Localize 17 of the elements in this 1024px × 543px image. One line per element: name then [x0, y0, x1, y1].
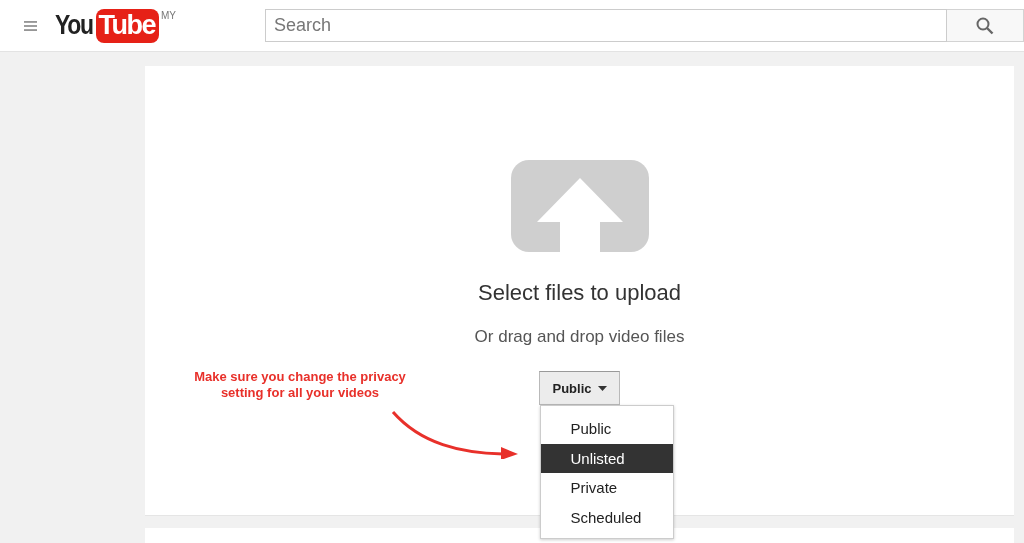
region-label: MY	[161, 9, 176, 21]
search-button[interactable]	[947, 9, 1024, 42]
search-icon	[976, 16, 994, 35]
menu-icon[interactable]	[24, 19, 37, 32]
upload-title: Select files to upload	[478, 280, 681, 306]
search-field[interactable]: Search	[265, 9, 947, 42]
menu-item[interactable]: Unlisted	[541, 443, 674, 473]
menu-item[interactable]: Private	[541, 473, 674, 503]
annotation-text: Make sure you change the privacy setting for all your videos	[193, 369, 407, 401]
menu-item[interactable]: Scheduled	[541, 502, 674, 532]
upload-icon[interactable]	[510, 160, 649, 252]
caret-icon	[597, 385, 607, 391]
logo-badge[interactable]: Tube	[95, 8, 159, 43]
privacy-dropdown[interactable]: Public	[539, 371, 620, 405]
logo-text[interactable]: You	[55, 10, 93, 41]
menu-item[interactable]: Public	[541, 414, 674, 444]
upload-hint: Or drag and drop video files	[474, 327, 685, 347]
